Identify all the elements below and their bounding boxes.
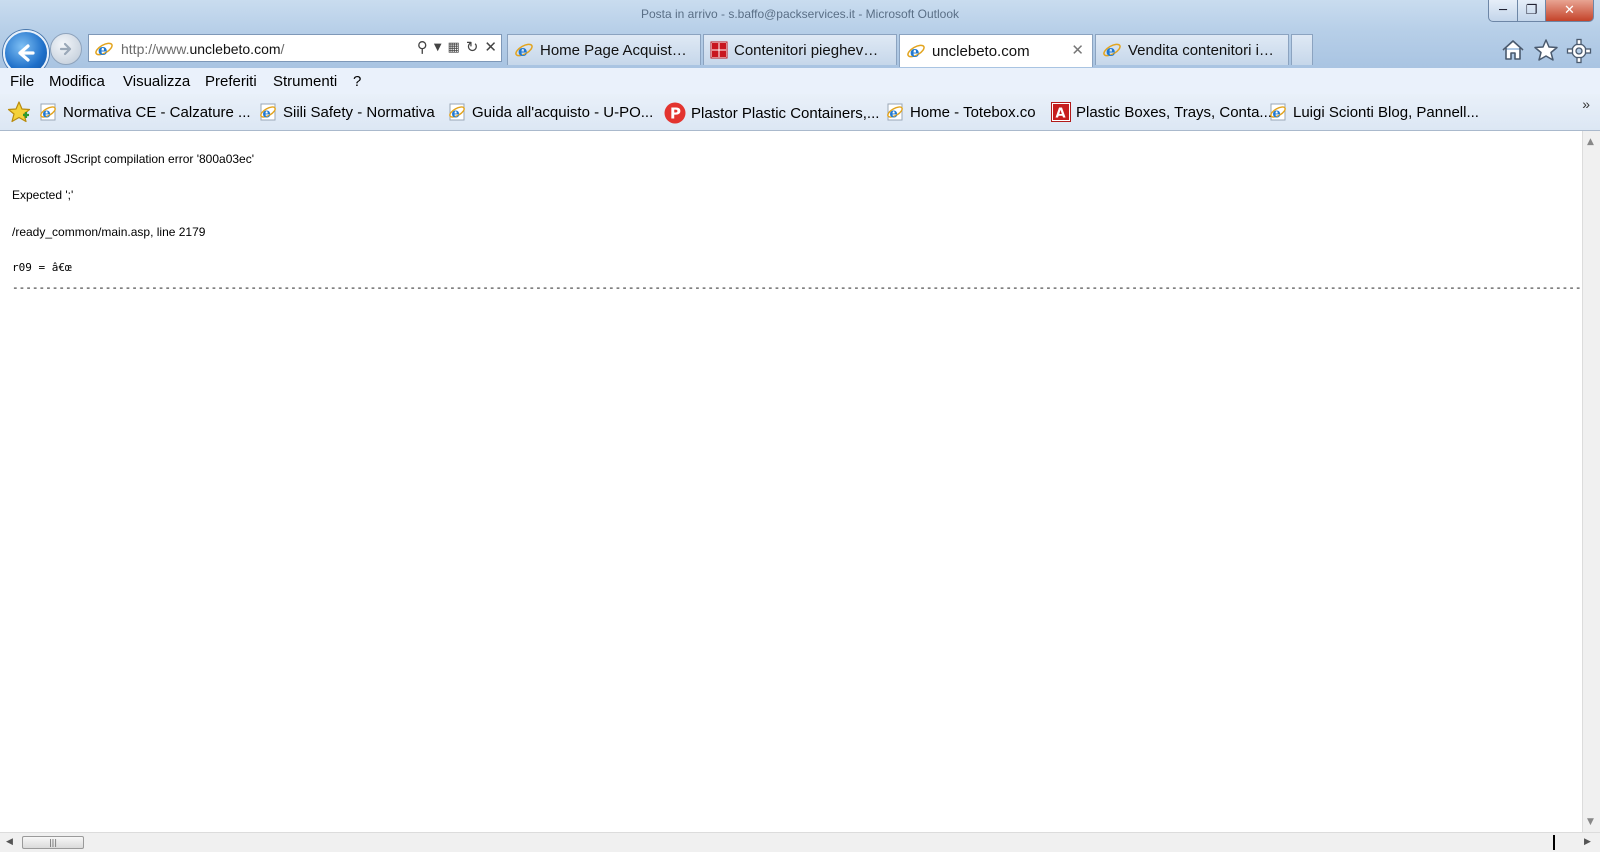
scroll-thumb[interactable]: |||: [22, 836, 84, 849]
address-url[interactable]: http://www.unclebeto.com/: [121, 41, 284, 57]
svg-text:e: e: [1273, 107, 1281, 122]
tab-vendita-contenitori[interactable]: e Vendita contenitori in ...: [1095, 34, 1289, 65]
new-tab-button[interactable]: [1291, 34, 1313, 65]
svg-text:e: e: [43, 107, 51, 122]
error-expected: Expected ';': [12, 188, 74, 202]
close-tab-icon[interactable]: ✕: [1071, 41, 1084, 59]
svg-text:e: e: [452, 107, 460, 122]
plastor-p-icon: P: [664, 102, 686, 124]
favorite-label: Plastic Boxes, Trays, Conta...: [1076, 103, 1272, 121]
menu-strumenti[interactable]: Strumenti: [273, 73, 337, 90]
red-a-icon: A: [1051, 102, 1071, 122]
ie-page-icon: e: [515, 42, 533, 60]
scroll-up-icon[interactable]: ▲: [1587, 137, 1594, 147]
ie-page-icon: e: [1103, 42, 1121, 60]
ie-page-icon: e: [95, 41, 113, 59]
tab-label: unclebeto.com: [932, 42, 1030, 60]
svg-text:A: A: [1056, 107, 1066, 122]
ie-page-icon: e: [1270, 103, 1286, 122]
menu-visualizza[interactable]: Visualizza: [123, 73, 190, 90]
search-icon[interactable]: ⚲: [417, 38, 428, 56]
tab-unclebeto[interactable]: e unclebeto.com ✕: [899, 34, 1093, 67]
window-controls: ─ ❐ ✕: [1488, 0, 1594, 22]
red-grid-icon: [710, 41, 728, 59]
svg-text:e: e: [518, 42, 528, 60]
menu-preferiti[interactable]: Preferiti: [205, 73, 257, 90]
address-tools: ⚲ ▼ ▦ ↻ ✕: [417, 38, 497, 56]
horizontal-scrollbar[interactable]: ◀ ||| ▶: [0, 832, 1600, 852]
menu-file[interactable]: File: [10, 73, 34, 90]
svg-text:e: e: [910, 43, 920, 61]
chevron-down-icon[interactable]: ▼: [434, 42, 442, 53]
ie-page-icon: e: [907, 43, 925, 61]
favorite-label: Plastor Plastic Containers,...: [691, 104, 880, 122]
address-bar[interactable]: e http://www.unclebeto.com/ ⚲ ▼ ▦ ↻ ✕: [88, 34, 502, 62]
scroll-down-icon[interactable]: ▼: [1587, 817, 1594, 827]
menu-help[interactable]: ?: [353, 73, 361, 90]
arrow-right-icon: [59, 42, 72, 56]
window-title: Posta in arrivo - s.baffo@packservices.i…: [640, 7, 960, 21]
minimize-button[interactable]: ─: [1488, 0, 1518, 22]
menu-bar: File Modifica Visualizza Preferiti Strum…: [0, 68, 1600, 94]
favorite-item[interactable]: e Guida all'acquisto - U-PO...: [447, 102, 653, 122]
forward-button[interactable]: [50, 33, 82, 65]
svg-text:e: e: [98, 41, 108, 59]
ie-page-icon: e: [449, 103, 465, 122]
arrow-left-icon: [18, 44, 35, 62]
refresh-icon[interactable]: ↻: [466, 38, 479, 56]
close-window-button[interactable]: ✕: [1546, 0, 1594, 22]
favorite-item[interactable]: e Home - Totebox.co: [885, 102, 1036, 122]
favorite-item[interactable]: e Luigi Scionti Blog, Pannell...: [1268, 102, 1479, 122]
tab-home-page-acquistinrete[interactable]: e Home Page Acquistinrete: [507, 34, 701, 65]
stop-icon[interactable]: ✕: [484, 38, 497, 56]
ie-page-icon: e: [260, 103, 276, 122]
error-code-line: r09 = â€œ: [12, 261, 72, 274]
ie-page-icon: e: [40, 103, 56, 122]
page-content: Microsoft JScript compilation error '800…: [0, 131, 1582, 832]
favorite-item[interactable]: A Plastic Boxes, Trays, Conta...: [1051, 102, 1272, 122]
favorite-item[interactable]: P Plastor Plastic Containers,...: [664, 102, 879, 124]
restore-button[interactable]: ❐: [1518, 0, 1546, 22]
favorite-label: Siili Safety - Normativa: [283, 103, 435, 121]
vertical-scrollbar[interactable]: ▲ ▼: [1582, 131, 1600, 832]
favorite-label: Luigi Scionti Blog, Pannell...: [1293, 103, 1479, 121]
svg-text:e: e: [1106, 42, 1116, 60]
tab-contenitori-pieghevoli[interactable]: Contenitori pieghevoli ...: [703, 34, 897, 65]
error-location: /ready_common/main.asp, line 2179: [12, 225, 206, 239]
tab-strip: e Home Page Acquistinrete Contenitori pi…: [507, 34, 1315, 67]
add-favorites-star-icon[interactable]: [7, 101, 31, 123]
scroll-right-icon[interactable]: ▶: [1584, 837, 1591, 847]
tab-label: Vendita contenitori in ...: [1128, 41, 1278, 59]
tab-label: Contenitori pieghevoli ...: [734, 41, 884, 59]
favorite-item[interactable]: e Siili Safety - Normativa: [258, 102, 435, 122]
scroll-left-icon[interactable]: ◀: [6, 837, 13, 847]
ie-page-icon: e: [887, 103, 903, 122]
home-icon[interactable]: [1500, 38, 1526, 68]
favorite-label: Guida all'acquisto - U-PO...: [472, 103, 654, 121]
compatibility-view-icon[interactable]: ▦: [448, 40, 460, 55]
svg-text:e: e: [263, 107, 271, 122]
error-title: Microsoft JScript compilation error '800…: [12, 152, 255, 166]
scroll-grip: [1553, 835, 1555, 850]
error-dash-line: ----------------------------------------…: [12, 281, 1580, 294]
svg-text:e: e: [890, 107, 898, 122]
menu-modifica[interactable]: Modifica: [49, 73, 105, 90]
favorites-bar: e Normativa CE - Calzature ... e Siili S…: [0, 94, 1600, 131]
favorite-item[interactable]: e Normativa CE - Calzature ...: [38, 102, 251, 122]
favorites-star-icon[interactable]: [1533, 38, 1559, 68]
svg-text:P: P: [670, 105, 681, 123]
tab-label: Home Page Acquistinrete: [540, 41, 690, 59]
chevron-double-right-icon[interactable]: »: [1582, 96, 1590, 112]
favorite-label: Normativa CE - Calzature ...: [63, 103, 251, 121]
gear-icon[interactable]: [1566, 38, 1592, 70]
favorite-label: Home - Totebox.co: [910, 103, 1036, 121]
